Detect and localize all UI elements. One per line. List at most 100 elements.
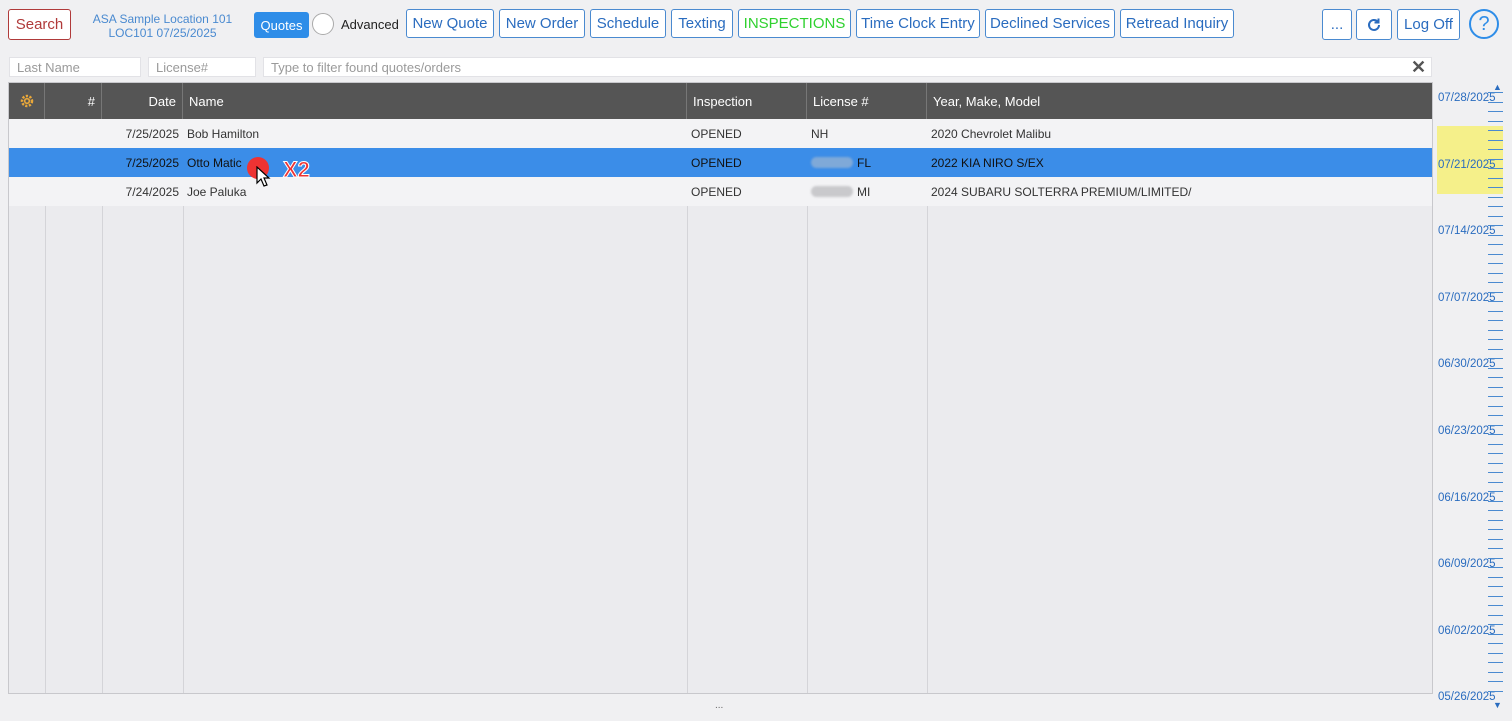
timeline-tick: [1488, 434, 1503, 435]
log-off-button[interactable]: Log Off: [1397, 9, 1460, 40]
double-click-label: X2: [283, 157, 311, 183]
timeline-date-label[interactable]: 07/21/2025: [1438, 159, 1496, 171]
quote-filter-input[interactable]: Type to filter found quotes/orders: [263, 57, 1432, 77]
location-code-date: LOC101 07/25/2025: [108, 26, 217, 40]
row-inspection: OPENED: [691, 155, 742, 170]
timeline-tick: [1488, 120, 1503, 122]
timeline-date-label[interactable]: 07/07/2025: [1438, 292, 1496, 304]
table-row[interactable]: 7/25/2025 Bob Hamilton OPENED NH 2020 Ch…: [9, 119, 1432, 148]
timeline-tick: [1488, 519, 1503, 521]
col-license[interactable]: License #: [807, 83, 927, 119]
timeline-tick: [1488, 595, 1503, 597]
timeline-tick: [1488, 652, 1503, 654]
search-button[interactable]: Search: [8, 9, 71, 40]
new-order-button[interactable]: New Order: [499, 9, 585, 38]
week-timeline[interactable]: ▲ ▼ 07/28/2025 07/21/2025 07/14/2025 07/07/…: [1435, 82, 1512, 712]
timeline-tick: [1488, 605, 1503, 606]
timeline-tick: [1488, 225, 1503, 226]
resize-handle[interactable]: ...: [715, 700, 723, 711]
timeline-up-arrow-icon[interactable]: ▲: [1493, 82, 1502, 92]
timeline-tick: [1488, 253, 1503, 255]
timeline-tick: [1488, 671, 1503, 673]
location-name: ASA Sample Location 101: [92, 12, 233, 26]
table-header: # Date Name Inspection License # Year, M…: [9, 83, 1432, 119]
redacted-plate: [811, 186, 853, 197]
timeline-tick: [1488, 196, 1503, 198]
gear-icon: [20, 94, 33, 108]
timeline-date-label[interactable]: 06/02/2025: [1438, 625, 1496, 637]
inspections-button[interactable]: INSPECTIONS: [738, 9, 851, 38]
timeline-tick: [1488, 282, 1503, 283]
more-button[interactable]: ...: [1322, 9, 1352, 40]
row-ymm: 2022 KIA NIRO S/EX: [931, 155, 1044, 170]
license-input[interactable]: License#: [148, 57, 256, 77]
timeline-tick: [1488, 244, 1503, 245]
timeline-date-label[interactable]: 06/30/2025: [1438, 358, 1496, 370]
col-inspection[interactable]: Inspection: [687, 83, 807, 119]
timeline-tick: [1488, 396, 1503, 397]
quotes-toggle-button[interactable]: Quotes: [254, 12, 309, 38]
col-year-make-model[interactable]: Year, Make, Model: [927, 83, 1432, 119]
refresh-button[interactable]: [1356, 9, 1392, 40]
new-quote-button[interactable]: New Quote: [406, 9, 494, 38]
row-ymm: 2020 Chevrolet Malibu: [931, 126, 1052, 141]
advanced-radio[interactable]: [312, 13, 334, 35]
clear-filter-icon[interactable]: ✕: [1411, 57, 1426, 78]
retread-inquiry-button[interactable]: Retread Inquiry: [1120, 9, 1234, 38]
timeline-tick: [1488, 310, 1503, 312]
settings-gear-icon[interactable]: [9, 83, 45, 119]
col-num[interactable]: #: [45, 83, 102, 119]
timeline-tick: [1488, 614, 1503, 616]
row-inspection: OPENED: [691, 184, 742, 199]
location-info: ASA Sample Location 101 LOC101 07/25/202…: [80, 12, 245, 40]
timeline-tick: [1488, 681, 1503, 682]
timeline-tick: [1488, 168, 1503, 169]
time-clock-entry-button[interactable]: Time Clock Entry: [856, 9, 980, 38]
timeline-tick: [1488, 206, 1503, 207]
texting-button[interactable]: Texting: [671, 9, 733, 38]
timeline-tick: [1488, 576, 1503, 578]
timeline-date-label[interactable]: 07/28/2025: [1438, 92, 1496, 104]
timeline-date-label[interactable]: 05/26/2025: [1438, 691, 1496, 703]
timeline-tick: [1488, 149, 1503, 150]
declined-services-button[interactable]: Declined Services: [985, 9, 1115, 38]
redacted-plate: [811, 157, 853, 168]
timeline-date-label[interactable]: 06/16/2025: [1438, 492, 1496, 504]
timeline-tick: [1488, 339, 1503, 340]
row-license-state: FL: [857, 155, 872, 170]
last-name-input[interactable]: Last Name: [9, 57, 141, 77]
schedule-button[interactable]: Schedule: [590, 9, 666, 38]
timeline-tick: [1488, 320, 1503, 321]
table-row-selected[interactable]: 7/25/2025 Otto Matic OPENED FL 2022 KIA …: [9, 148, 1432, 177]
timeline-tick: [1488, 643, 1503, 644]
col-date[interactable]: Date: [102, 83, 183, 119]
timeline-tick: [1488, 158, 1503, 160]
help-icon[interactable]: ?: [1469, 9, 1499, 39]
timeline-tick: [1488, 367, 1503, 369]
timeline-tick: [1488, 348, 1503, 350]
row-inspection: OPENED: [691, 126, 742, 141]
timeline-tick: [1488, 690, 1503, 692]
timeline-tick: [1488, 462, 1503, 464]
row-ymm: 2024 SUBARU SOLTERRA PREMIUM/LIMITED/: [931, 184, 1192, 199]
col-name[interactable]: Name: [183, 83, 687, 119]
timeline-tick: [1488, 538, 1503, 540]
timeline-tick: [1488, 215, 1503, 217]
table-row[interactable]: 7/24/2025 Joe Paluka OPENED MI 2024 SUBA…: [9, 177, 1432, 206]
timeline-date-label[interactable]: 06/23/2025: [1438, 425, 1496, 437]
timeline-tick: [1488, 301, 1503, 302]
timeline-tick: [1488, 329, 1503, 331]
timeline-tick: [1488, 272, 1503, 274]
timeline-tick: [1488, 481, 1503, 483]
row-license: MI: [807, 177, 927, 206]
timeline-tick: [1488, 624, 1503, 625]
timeline-date-label[interactable]: 06/09/2025: [1438, 558, 1496, 570]
timeline-tick: [1488, 510, 1503, 511]
timeline-tick: [1488, 567, 1503, 568]
timeline-tick: [1488, 111, 1503, 112]
timeline-date-label[interactable]: 07/14/2025: [1438, 225, 1496, 237]
timeline-tick: [1488, 234, 1503, 236]
row-license: NH: [811, 126, 829, 141]
timeline-tick: [1488, 130, 1503, 131]
refresh-icon: [1368, 18, 1380, 31]
